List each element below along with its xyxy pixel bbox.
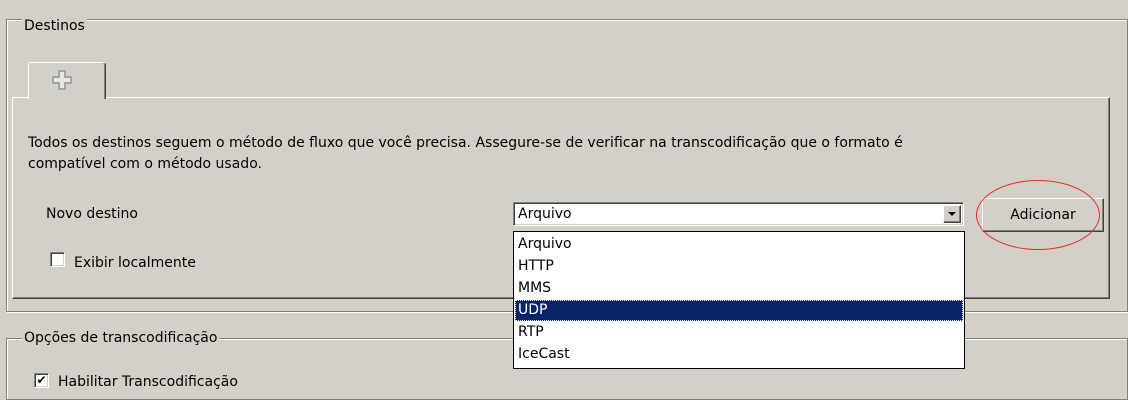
destination-type-select[interactable]: Arquivo — [513, 202, 964, 226]
display-locally-checkbox[interactable] — [50, 252, 65, 267]
dropdown-option-mms[interactable]: MMS — [515, 278, 963, 299]
description-line-1: Todos os destinos seguem o método de flu… — [28, 135, 903, 151]
enable-transcoding-checkbox[interactable]: ✔ — [34, 373, 49, 388]
dropdown-option-arquivo[interactable]: Arquivo — [515, 234, 963, 255]
dropdown-option-icecast[interactable]: IceCast — [515, 344, 963, 365]
dropdown-button[interactable] — [943, 205, 961, 223]
tab-add-destination[interactable] — [28, 62, 106, 99]
new-destination-label: Novo destino — [46, 206, 138, 222]
enable-transcoding-label: Habilitar Transcodificação — [58, 374, 238, 390]
chevron-down-icon — [948, 212, 956, 216]
destination-type-value: Arquivo — [518, 206, 572, 222]
dropdown-option-http[interactable]: HTTP — [515, 256, 963, 277]
dropdown-option-rtp[interactable]: RTP — [515, 322, 963, 343]
description-line-2: compatível com o método usado. — [28, 156, 262, 172]
display-locally-label: Exibir localmente — [74, 255, 196, 271]
plus-icon — [52, 70, 72, 90]
transcoding-group-title: Opções de transcodificação — [22, 329, 220, 347]
dropdown-option-udp[interactable]: UDP — [515, 300, 963, 321]
destination-type-dropdown: Arquivo HTTP MMS UDP RTP IceCast — [513, 231, 965, 369]
destinations-group-title: Destinos — [22, 17, 87, 35]
add-button[interactable]: Adicionar — [982, 198, 1104, 232]
